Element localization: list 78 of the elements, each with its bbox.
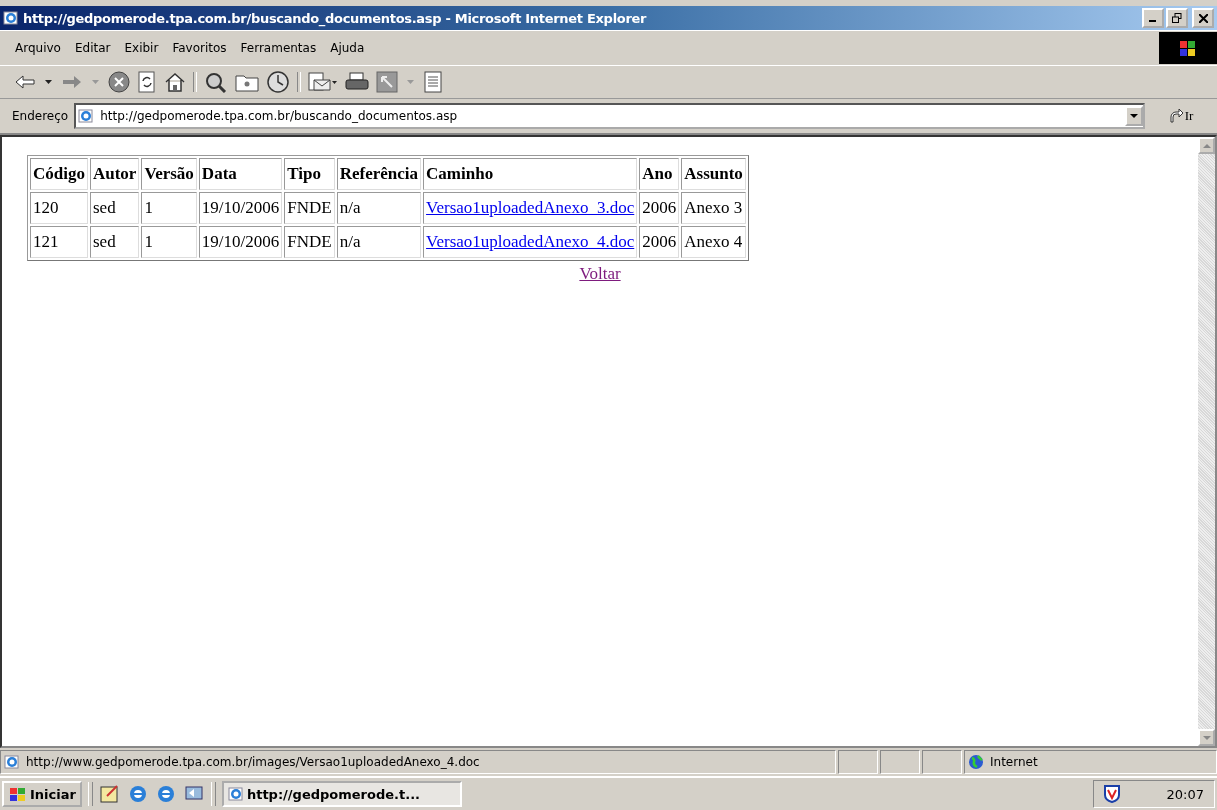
home-icon[interactable] — [164, 71, 186, 93]
mail-icon[interactable] — [308, 72, 338, 92]
table-cell: 19/10/2006 — [198, 226, 283, 258]
browser-icon — [78, 108, 95, 124]
windows-flag-icon — [8, 786, 28, 802]
table-cell: 1 — [141, 226, 197, 258]
dropdown-button[interactable] — [1125, 106, 1143, 126]
browser-icon — [4, 754, 20, 770]
status-pane — [838, 750, 878, 774]
table-cell: sed — [89, 192, 140, 224]
menu-item[interactable]: Ajuda — [323, 39, 372, 57]
down-arrow-icon — [1202, 735, 1211, 740]
notepad-icon[interactable] — [98, 784, 121, 804]
column-header: Data — [198, 158, 283, 190]
table-cell: n/a — [336, 226, 422, 258]
zone-text: Internet — [990, 755, 1038, 769]
browser-icon — [3, 10, 19, 26]
file-link[interactable]: Versao1uploadedAnexo_3.doc — [426, 198, 635, 217]
shield-icon[interactable] — [1104, 785, 1120, 803]
column-header: Referência — [336, 158, 422, 190]
close-button[interactable] — [1192, 8, 1214, 28]
table-cell: Anexo 4 — [681, 226, 746, 258]
go-arrow-icon — [1168, 109, 1183, 123]
browser-icon — [227, 786, 244, 802]
address-label: Endereço — [11, 109, 70, 123]
dropdown-icon[interactable] — [45, 80, 52, 84]
menu-item[interactable]: Arquivo — [8, 39, 68, 57]
minimize-button[interactable] — [1142, 8, 1164, 28]
table-cell: 19/10/2006 — [198, 192, 283, 224]
stop-icon[interactable] — [108, 71, 130, 93]
menu-item[interactable]: Favoritos — [165, 39, 234, 57]
restore-button[interactable] — [1166, 8, 1188, 28]
file-link[interactable]: Versao1uploadedAnexo_4.doc — [426, 232, 635, 251]
caret-icon — [1130, 114, 1138, 118]
column-header: Tipo — [284, 158, 335, 190]
scroll-up-button[interactable] — [1198, 137, 1215, 154]
table-cell: 121 — [30, 226, 88, 258]
restore-icon — [1172, 13, 1182, 23]
column-header: Ano — [639, 158, 680, 190]
table-cell: sed — [89, 226, 140, 258]
table-cell: 2006 — [639, 226, 680, 258]
back-link[interactable]: Voltar — [579, 264, 621, 283]
menu-item[interactable]: Exibir — [117, 39, 166, 57]
address-text: http://gedpomerode.tpa.com.br/buscando_documentos.asp — [100, 109, 459, 123]
status-pane — [922, 750, 962, 774]
table-cell: n/a — [336, 192, 422, 224]
status-pane — [880, 750, 920, 774]
document-icon[interactable] — [423, 71, 443, 93]
clock-text: 20:07 — [1166, 786, 1204, 802]
taskbar-window-button[interactable]: http://gedpomerode.t... — [221, 781, 462, 807]
table-cell: FNDE — [284, 192, 335, 224]
table-cell: Anexo 3 — [681, 192, 746, 224]
window-title: http://gedpomerode.tpa.com.br/buscando_documentos.asp - Microsoft Internet Explorer — [23, 10, 648, 26]
column-header: Código — [30, 158, 88, 190]
globe-icon — [968, 754, 984, 770]
back-arrow-icon[interactable] — [14, 74, 36, 90]
table-cell: 1 — [141, 192, 197, 224]
table-cell: 120 — [30, 192, 88, 224]
column-header: Versão — [141, 158, 197, 190]
start-button[interactable]: Iniciar — [2, 781, 82, 807]
menu-item[interactable]: Ferramentas — [233, 39, 324, 57]
refresh-icon[interactable] — [137, 71, 157, 93]
table-cell: FNDE — [284, 226, 335, 258]
up-arrow-icon — [1202, 143, 1211, 148]
column-header: Autor — [89, 158, 140, 190]
close-icon — [1198, 13, 1208, 23]
column-header: Caminho — [423, 158, 638, 190]
scroll-down-button[interactable] — [1198, 729, 1215, 746]
clock-icon[interactable] — [266, 71, 290, 93]
menu-item[interactable]: Editar — [67, 39, 118, 57]
search-icon[interactable] — [204, 71, 228, 93]
printer-icon[interactable] — [345, 72, 369, 92]
column-header: Assunto — [681, 158, 746, 190]
folder-icon[interactable] — [235, 72, 259, 92]
status-text: http://www.gedpomerode.tpa.com.br/images/Versao1uploadedAnexo_4.doc — [26, 755, 480, 769]
vertical-scrollbar[interactable] — [1198, 137, 1215, 746]
table-cell: 2006 — [639, 192, 680, 224]
address-field[interactable]: http://gedpomerode.tpa.com.br/buscando_documentos.asp — [74, 103, 1145, 129]
